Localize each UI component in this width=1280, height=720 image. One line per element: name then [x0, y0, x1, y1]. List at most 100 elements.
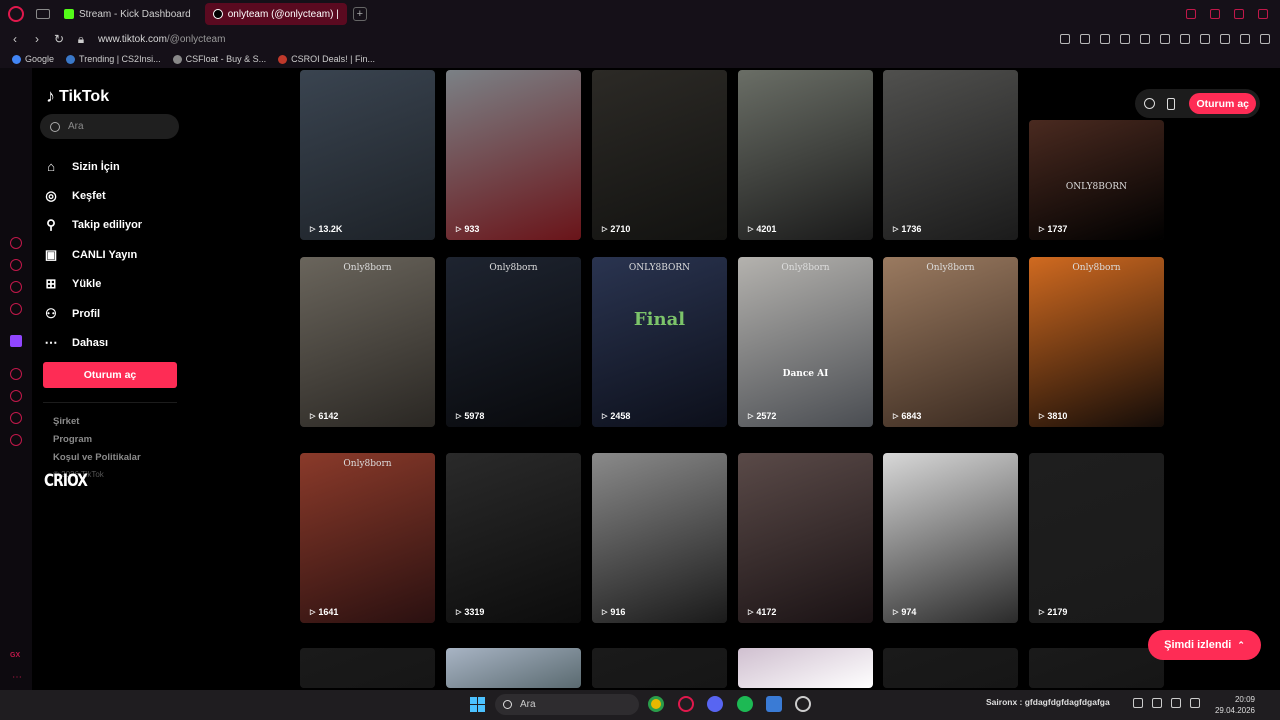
taskbar-clock[interactable]: 20:09 29.04.2026	[1213, 694, 1255, 716]
video-card[interactable]: ONLY8BORN Final ▷ 2458	[592, 257, 727, 427]
volume-icon[interactable]	[1190, 698, 1200, 708]
gx-corner-icon[interactable]: GX	[10, 652, 20, 659]
video-card[interactable]: Only8born ▷ 6843	[883, 257, 1018, 427]
search-input[interactable]	[68, 121, 158, 132]
play-icon[interactable]	[1140, 34, 1150, 44]
wallet-icon[interactable]	[1200, 34, 1210, 44]
heart-icon[interactable]	[1160, 34, 1170, 44]
shield-icon[interactable]	[1100, 34, 1110, 44]
music-icon[interactable]	[10, 303, 22, 315]
video-card[interactable]: ▷ 4201	[738, 70, 873, 240]
obs-icon[interactable]	[795, 696, 811, 712]
taskbar-search[interactable]: Ara	[495, 694, 639, 715]
bookmark-csroi[interactable]: CSROI Deals! | Fin...	[278, 54, 375, 64]
microphone-icon[interactable]	[1152, 698, 1162, 708]
reload-icon[interactable]: ↻	[52, 32, 66, 46]
play-icon: ▷	[310, 413, 316, 420]
ai-icon[interactable]	[1240, 34, 1250, 44]
forward-icon[interactable]: ›	[30, 32, 44, 46]
app-icon[interactable]	[766, 696, 782, 712]
nav-profile[interactable]: ⚇ Profil	[44, 299, 142, 328]
messenger-icon[interactable]	[10, 281, 22, 293]
play-icon: ▷	[310, 609, 316, 616]
opera-gx-icon[interactable]	[678, 696, 694, 712]
history-icon[interactable]	[10, 390, 22, 402]
bookmark-cs2insight[interactable]: Trending | CS2Insi...	[66, 54, 161, 64]
bookmark-icon[interactable]	[1060, 34, 1070, 44]
twitch-icon[interactable]	[10, 335, 22, 347]
close-icon[interactable]	[1258, 9, 1268, 19]
menu-icon[interactable]	[1260, 34, 1270, 44]
video-card[interactable]	[738, 648, 873, 688]
network-icon[interactable]	[1171, 698, 1181, 708]
bag-icon[interactable]	[10, 259, 22, 271]
video-card[interactable]: Only8born ▷ 1641	[300, 453, 435, 623]
search-tabs-icon[interactable]	[1186, 9, 1196, 19]
search-box[interactable]	[40, 114, 179, 139]
chevron-up-icon[interactable]	[1133, 698, 1143, 708]
download-icon[interactable]	[1220, 34, 1230, 44]
opera-menu-icon[interactable]	[8, 6, 24, 22]
phone-icon[interactable]	[1167, 97, 1175, 110]
video-card[interactable]	[300, 648, 435, 688]
nav-upload[interactable]: ⊞ Yükle	[44, 270, 142, 299]
back-icon[interactable]: ‹	[8, 32, 22, 46]
footer-link-company[interactable]: Şirket	[53, 416, 141, 434]
tiktok-logo[interactable]: ♪ TikTok	[46, 86, 109, 107]
video-card[interactable]	[1029, 648, 1164, 688]
extensions-icon[interactable]	[1180, 34, 1190, 44]
view-count: ▷ 933	[456, 224, 479, 234]
video-card[interactable]	[883, 648, 1018, 688]
video-card[interactable]: ▷ 974	[883, 453, 1018, 623]
nav-for-you[interactable]: ⌂ Sizin İçin	[44, 152, 142, 181]
discord-icon[interactable]	[707, 696, 723, 712]
coin-icon[interactable]	[1144, 98, 1155, 109]
video-card[interactable]: ▷ 13.2K	[300, 70, 435, 240]
snapshot-icon[interactable]	[1080, 34, 1090, 44]
tab-overview-icon[interactable]	[36, 9, 50, 19]
settings-icon[interactable]	[10, 434, 22, 446]
video-card[interactable]	[592, 648, 727, 688]
spotify-icon[interactable]	[737, 696, 753, 712]
speed-dial-icon[interactable]	[10, 237, 22, 249]
video-card[interactable]	[446, 648, 581, 688]
windows-start-icon[interactable]	[470, 697, 485, 712]
video-card[interactable]: ▷ 1736	[883, 70, 1018, 240]
address-field[interactable]: www.tiktok.com/@onlycteam	[98, 34, 225, 45]
bookmark-google[interactable]: Google	[12, 54, 54, 64]
video-card[interactable]: ▷ 916	[592, 453, 727, 623]
maximize-icon[interactable]	[1234, 9, 1244, 19]
player-icon[interactable]	[10, 368, 22, 380]
top-login-button[interactable]: Oturum aç	[1189, 93, 1256, 114]
sidebar-login-button[interactable]: Oturum aç	[43, 362, 177, 388]
video-card[interactable]: Only8born ▷ 3810	[1029, 257, 1164, 427]
new-tab-button[interactable]: +	[352, 7, 367, 21]
watched-button[interactable]: Şimdi izlendi ⌃	[1148, 630, 1261, 660]
footer-link-terms[interactable]: Koşul ve Politikalar	[53, 452, 141, 470]
video-card[interactable]: Only8born Dance AI ▷ 2572	[738, 257, 873, 427]
nav-explore[interactable]: ◎ Keşfet	[44, 181, 142, 210]
video-card[interactable]: ▷ 2179	[1029, 453, 1164, 623]
nav-more[interactable]: ⋯ Dahası	[44, 328, 142, 357]
pinboard-icon[interactable]	[10, 412, 22, 424]
tab-kick[interactable]: Stream - Kick Dashboard	[56, 3, 199, 25]
video-card[interactable]: ▷ 3319	[446, 453, 581, 623]
video-card[interactable]: ▷ 4172	[738, 453, 873, 623]
nav-following[interactable]: ⚲ Takip ediliyor	[44, 211, 142, 240]
more-icon[interactable]: ⋯	[12, 672, 22, 683]
minimize-icon[interactable]	[1210, 9, 1220, 19]
translate-icon[interactable]	[1120, 34, 1130, 44]
nav-live[interactable]: ▣ CANLI Yayın	[44, 240, 142, 269]
video-card[interactable]: Only8born ▷ 6142	[300, 257, 435, 427]
tab-tiktok[interactable]: onlyteam (@onlycteam) |	[204, 3, 347, 25]
video-thumbnail	[883, 453, 1018, 623]
video-card[interactable]: ▷ 2710	[592, 70, 727, 240]
chrome-icon[interactable]	[648, 696, 664, 712]
video-card[interactable]: ▷ 933	[446, 70, 581, 240]
bookmark-csfloat[interactable]: CSFloat - Buy & S...	[172, 54, 266, 64]
video-card[interactable]: Only8born ▷ 5978	[446, 257, 581, 427]
compass-icon: ◎	[45, 188, 57, 204]
user-plus-icon: ⚲	[46, 217, 56, 233]
video-card[interactable]: ONLY8BORN ▷ 1737	[1029, 120, 1164, 240]
footer-link-program[interactable]: Program	[53, 434, 141, 452]
